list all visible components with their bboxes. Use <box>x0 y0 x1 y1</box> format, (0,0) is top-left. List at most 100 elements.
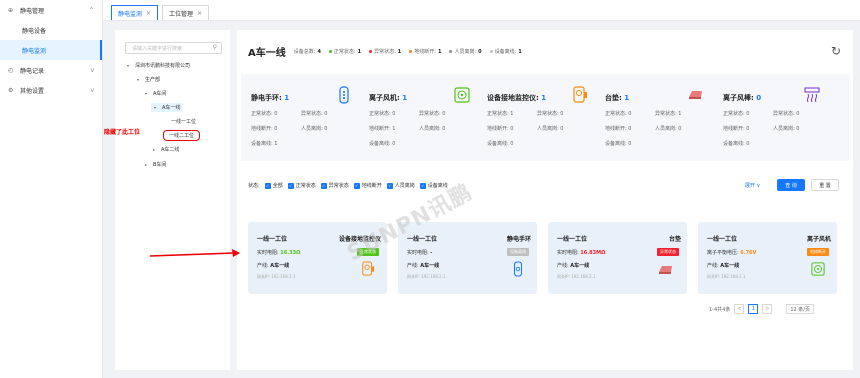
tree-node-workshop-a[interactable]: ▾ A车间 <box>145 90 166 97</box>
card-value-row: 实时电阻: - <box>407 249 432 256</box>
stat-error: 异常状态: 1 <box>369 48 401 55</box>
status-dot <box>328 50 332 53</box>
caret-down-icon[interactable]: ▾ <box>154 105 159 110</box>
device-stat: 异常状态: 0 <box>301 111 328 117</box>
tree-node-line-a1[interactable]: ▾ A车一线 <box>151 103 184 112</box>
record-icon: ◴ <box>8 66 14 74</box>
caret-down-icon[interactable]: ▾ <box>137 77 142 82</box>
device-card-ion-bar[interactable]: 离子风棒: 0 正常状态: 0 异常状态: 0 地线断开: 0 人员离岗: 0 … <box>715 76 830 159</box>
filter-checkbox-error[interactable]: ✓ 异常状态 <box>320 182 349 189</box>
tree-node-company[interactable]: ▾ 深圳市讯鹏科技有限公司 <box>127 62 190 69</box>
reset-button[interactable]: 重 置 <box>811 179 839 191</box>
card-device-type: 台垫 <box>668 236 681 243</box>
device-status-card[interactable]: 一线一工位 离子风机 离子平衡电压: 6.76V 地线断开 产线: A车一线 网… <box>698 222 837 294</box>
card-gateway-ip: 网关IP: 192.168.2.1 <box>257 274 296 279</box>
stat-value: 1 <box>357 48 362 55</box>
card-value: 16.33Ω <box>280 250 301 256</box>
device-type: 离子风棒: <box>723 94 754 102</box>
device-status-card[interactable]: 一线一工位 台垫 实时电阻: 16.83MΩ 异常状态 产线: A车一线 网关I… <box>548 222 687 294</box>
tree-node-production[interactable]: ▾ 生产部 <box>137 76 160 83</box>
device-stat: 设备离线: 0 <box>605 141 632 147</box>
close-icon[interactable]: × <box>197 10 202 17</box>
pagination: 1-4共4条 < 1 > 12 条/页 <box>709 304 814 314</box>
caret-down-icon[interactable]: ▾ <box>127 63 132 68</box>
tab-static-monitor[interactable]: 静电监测 × <box>111 5 159 20</box>
card-line-row: 产线: A车一线 <box>557 262 589 269</box>
device-type: 台垫: <box>605 94 622 102</box>
device-card-table-mat[interactable]: 台垫: 1 正常状态: 0 异常状态: 1 地线断开: 0 人员离岗: 0 设备… <box>597 76 712 159</box>
sidebar-group-static-management[interactable]: ⊕ 静电管理 ^ <box>0 0 102 20</box>
filter-checkbox-ground[interactable]: ✓ 地线断开 <box>353 182 382 189</box>
caret-right-icon[interactable]: ▸ <box>145 162 150 167</box>
device-stat: 人员离岗: 0 <box>655 126 682 132</box>
tree-node-station-1[interactable]: 一线一工位 <box>171 118 196 125</box>
card-line-row: 产线: A车一线 <box>407 262 439 269</box>
card-value-row: 实时电阻: 16.83MΩ <box>557 249 605 256</box>
sidebar-item-static-monitor[interactable]: 静电监测 <box>0 40 102 60</box>
device-stat: 异常状态: 0 <box>773 111 800 117</box>
device-count: 1 <box>284 94 290 102</box>
tab-station-management[interactable]: 工位管理 × <box>162 5 210 20</box>
tree-node-workshop-b[interactable]: ▸ B车间 <box>145 161 166 168</box>
sidebar-item-static-devices[interactable]: 静电设备 <box>0 20 102 40</box>
main-panel: A车一线 设备总数: 4 正常状态: 1 异常状态: 1 地线断开: 1 人员离岗: 0 … <box>237 30 853 370</box>
card-line-label: 产线: <box>707 263 719 269</box>
pager-total: 1-4共4条 <box>709 306 731 313</box>
sidebar-group-other-settings[interactable]: ⚙ 其他设置 v <box>0 80 102 100</box>
device-stat: 地线断开: 0 <box>251 126 278 132</box>
stat-value: 0 <box>478 48 482 55</box>
checkbox-checked-icon[interactable]: ✓ <box>320 182 327 189</box>
pager-next-button[interactable]: > <box>762 304 773 314</box>
tree-node-line-a2[interactable]: ▸ A车二线 <box>153 146 179 153</box>
device-type: 静电手环: <box>251 94 282 102</box>
card-line-label: 产线: <box>257 263 269 269</box>
device-stat: 人员离岗: 0 <box>773 126 800 132</box>
caret-down-icon[interactable]: ▾ <box>145 91 150 96</box>
device-card-ground-monitor[interactable]: 设备接地监控仪: 1 正常状态: 1 异常状态: 0 地线断开: 0 人员离岗:… <box>479 76 594 159</box>
checkbox-checked-icon[interactable]: ✓ <box>419 182 426 189</box>
card-line-value: A车一线 <box>570 263 590 269</box>
card-line-value: A车一线 <box>420 263 440 269</box>
tree-node-label: 一线二工位 <box>169 133 195 139</box>
query-button[interactable]: 查 询 <box>777 179 805 191</box>
checkbox-checked-icon[interactable]: ✓ <box>386 182 393 189</box>
close-icon[interactable]: × <box>146 10 151 17</box>
filter-checkbox-absent[interactable]: ✓ 人员离岗 <box>386 182 415 189</box>
device-card-wristband[interactable]: 静电手环: 1 正常状态: 0 异常状态: 0 地线断开: 0 人员离岗: 0 … <box>243 76 358 159</box>
tree-search-input[interactable]: 请输入关键字进行搜索 ⚲ <box>125 42 222 54</box>
filter-checkbox-all[interactable]: ✓ 全部 <box>264 182 283 189</box>
tree-node-label: A车一线 <box>162 105 181 111</box>
tab-label: 静电监测 <box>118 10 143 18</box>
annotation-hidden-station: 隐藏了此工位 <box>104 129 141 136</box>
page-size-select[interactable]: 12 条/页 <box>786 304 814 314</box>
device-type: 离子风机: <box>369 94 400 102</box>
pager-page-button[interactable]: 1 <box>748 304 759 314</box>
pager-prev-button[interactable]: < <box>734 304 745 314</box>
device-stat: 地线断开: 1 <box>369 126 396 132</box>
checkbox-checked-icon[interactable]: ✓ <box>353 182 360 189</box>
card-value-label: 实时电阻: <box>257 250 279 256</box>
status-dot <box>369 50 373 53</box>
tree-node-station-2[interactable]: 一线二工位 <box>163 130 201 141</box>
stat-label: 异常状态: <box>374 49 396 55</box>
filter-checkbox-normal[interactable]: ✓ 正常状态 <box>287 182 316 189</box>
device-card-ion-fan[interactable]: 离子风机: 1 正常状态: 0 异常状态: 0 地线断开: 1 人员离岗: 0 … <box>361 76 476 159</box>
checkbox-checked-icon[interactable]: ✓ <box>287 182 294 189</box>
checkbox-checked-icon[interactable]: ✓ <box>264 182 271 189</box>
device-stat: 正常状态: 0 <box>369 111 396 117</box>
expand-link[interactable]: 展开 ∨ <box>745 182 760 189</box>
device-stat: 地线断开: 0 <box>605 126 632 132</box>
tree-node-label: 生产部 <box>145 77 161 83</box>
status-badge: 地线断开 <box>807 248 829 256</box>
stat-label: 设备离线: <box>494 49 517 55</box>
tree-node-label: 深圳市讯鹏科技有限公司 <box>135 63 191 69</box>
device-stat: 设备离线: 0 <box>487 141 514 147</box>
badge-label: 异常状态 <box>660 249 676 254</box>
status-dot <box>449 50 453 53</box>
refresh-icon[interactable]: ↻ <box>831 44 841 58</box>
caret-right-icon[interactable]: ▸ <box>153 147 158 152</box>
search-icon[interactable]: ⚲ <box>213 44 217 51</box>
card-line-row: 产线: A车一线 <box>707 262 739 269</box>
device-stat: 人员离岗: 0 <box>301 126 328 132</box>
sidebar-group-static-records[interactable]: ◴ 静电记录 v <box>0 60 102 80</box>
